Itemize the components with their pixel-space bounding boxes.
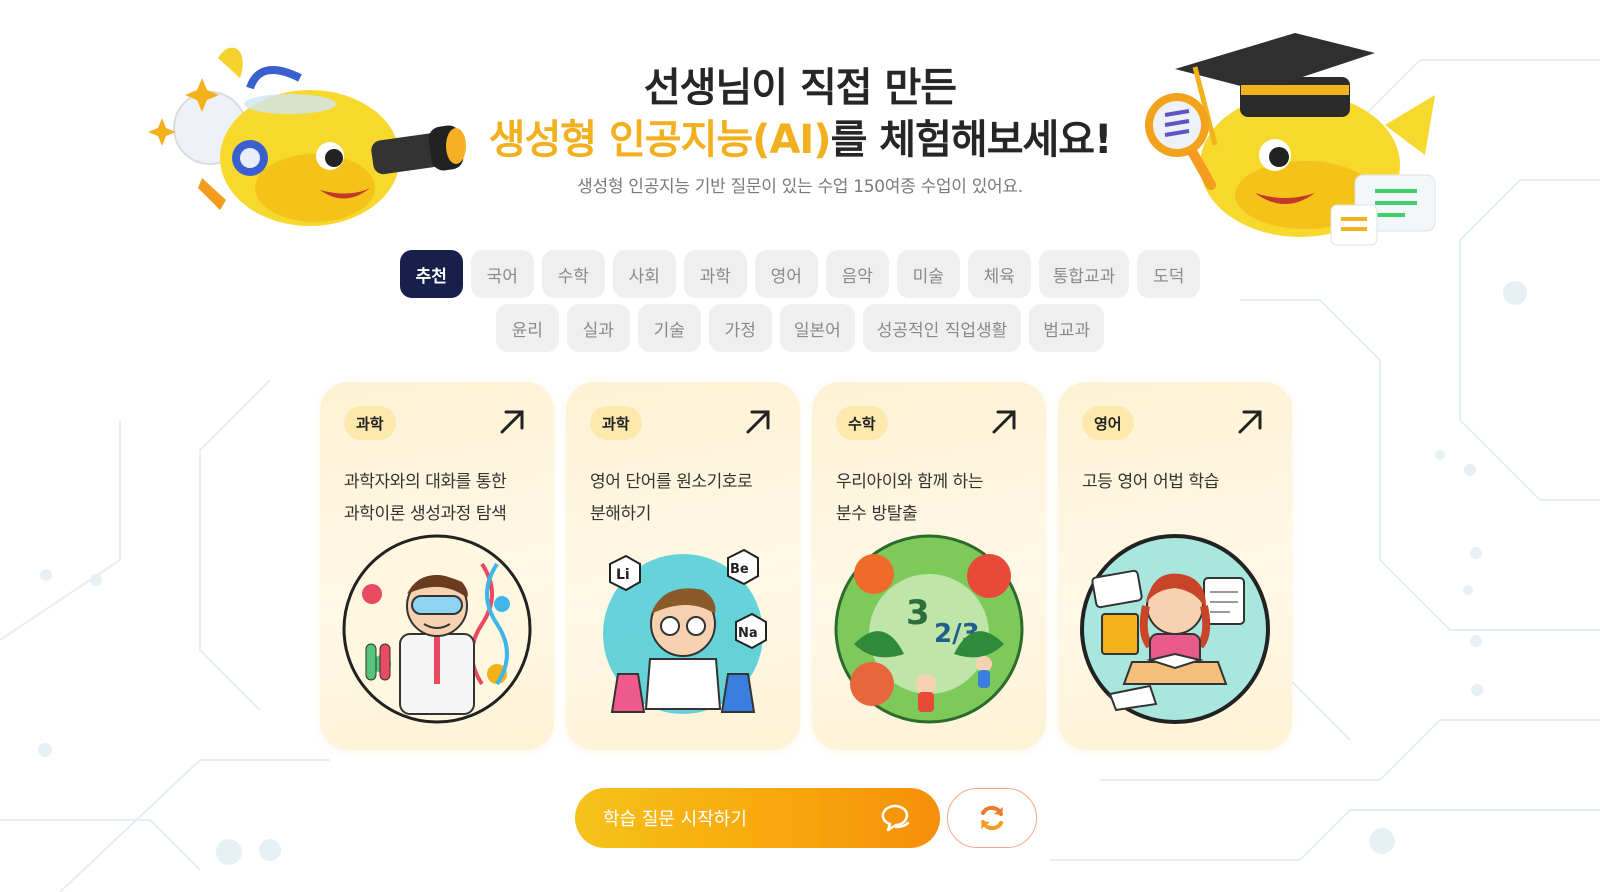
chemistry-illustration: Li Be Na <box>603 548 767 714</box>
category-chip-math[interactable]: 수학 <box>541 250 605 298</box>
svg-text:Na: Na <box>738 626 758 641</box>
card-title: 우리아이와 함께 하는 분수 방탈출 <box>836 472 984 524</box>
category-chips-row1: 추천 국어 수학 사회 과학 영어 음악 미술 체육 통합교과 도덕 <box>0 250 1600 298</box>
card-title: 영어 단어를 원소기호로 분해하기 <box>590 472 753 524</box>
lesson-card[interactable]: 영어 고등 영어 어법 학습 <box>1058 382 1292 750</box>
refresh-button[interactable] <box>947 788 1037 848</box>
category-chips-row2: 윤리 실과 기술 가정 일본어 성공적인 직업생활 범교과 <box>0 304 1600 352</box>
lesson-card[interactable]: 수학 우리아이와 함께 하는 분수 방탈출 3 2/3 <box>812 382 1046 750</box>
category-chip-ethics[interactable]: 윤리 <box>495 304 559 352</box>
arrow-up-right-icon <box>992 410 1016 434</box>
card-subject-tag: 수학 <box>836 406 888 440</box>
hero-subtitle: 생성형 인공지능 기반 질문이 있는 수업 150여종 수업이 있어요. <box>577 177 1023 197</box>
category-chip-music[interactable]: 음악 <box>825 250 889 298</box>
hero-title-line2: 생성형 인공지능(AI)를 체험해보세요! <box>0 114 1600 166</box>
svg-text:3: 3 <box>906 593 930 633</box>
category-chip-home-economics[interactable]: 가정 <box>708 304 772 352</box>
category-chip-morality[interactable]: 도덕 <box>1137 250 1201 298</box>
lesson-card[interactable]: 과학 과학자와의 대화를 통한 과학이론 생성과정 탐색 <box>320 382 554 750</box>
hero-title-highlight: 생성형 인공지능(AI) <box>488 117 832 163</box>
card-title: 고등 영어 어법 학습 <box>1082 472 1219 492</box>
svg-text:Be: Be <box>730 562 749 577</box>
category-chip-japanese[interactable]: 일본어 <box>779 304 855 352</box>
category-chip-integrated[interactable]: 통합교과 <box>1038 250 1130 298</box>
category-chip-pe[interactable]: 체육 <box>967 250 1031 298</box>
english-study-illustration <box>1080 534 1270 724</box>
category-chip-career[interactable]: 성공적인 직업생활 <box>862 304 1022 352</box>
arrow-up-right-icon <box>1238 410 1262 434</box>
hero-title-line1: 선생님이 직접 만든 <box>643 65 957 111</box>
card-subject-tag: 과학 <box>590 406 642 440</box>
category-chip-recommend[interactable]: 추천 <box>399 250 463 298</box>
start-question-button[interactable]: 학습 질문 시작하기 <box>575 788 940 848</box>
category-chip-social[interactable]: 사회 <box>612 250 676 298</box>
category-chip-practical-arts[interactable]: 실과 <box>566 304 630 352</box>
category-chip-art[interactable]: 미술 <box>896 250 960 298</box>
scientist-illustration <box>342 534 532 724</box>
card-subject-tag: 영어 <box>1082 406 1134 440</box>
arrow-up-right-icon <box>500 410 524 434</box>
hero-section: 선생님이 직접 만든 생성형 인공지능(AI)를 체험해보세요! 생성형 인공지… <box>0 62 1600 197</box>
fraction-jungle-illustration: 3 2/3 <box>834 534 1024 724</box>
lesson-card-list: 과학 과학자와의 대화를 통한 과학이론 생성과정 탐색 과학 영어 단어를 원… <box>320 382 1292 750</box>
category-chip-technology[interactable]: 기술 <box>637 304 701 352</box>
refresh-icon <box>981 805 1003 831</box>
card-subject-tag: 과학 <box>344 406 396 440</box>
chat-bubble-icon <box>881 804 910 832</box>
lesson-card[interactable]: 과학 영어 단어를 원소기호로 분해하기 Li Be Na <box>566 382 800 750</box>
card-title: 과학자와의 대화를 통한 과학이론 생성과정 탐색 <box>344 472 507 524</box>
svg-text:Li: Li <box>616 567 630 583</box>
start-question-label: 학습 질문 시작하기 <box>603 809 747 830</box>
category-chip-cross-curricular[interactable]: 범교과 <box>1029 304 1105 352</box>
category-chip-english[interactable]: 영어 <box>754 250 818 298</box>
category-chip-korean[interactable]: 국어 <box>470 250 534 298</box>
category-chip-science[interactable]: 과학 <box>683 250 747 298</box>
hero-title-rest: 를 체험해보세요! <box>830 117 1113 163</box>
arrow-up-right-icon <box>746 410 770 434</box>
